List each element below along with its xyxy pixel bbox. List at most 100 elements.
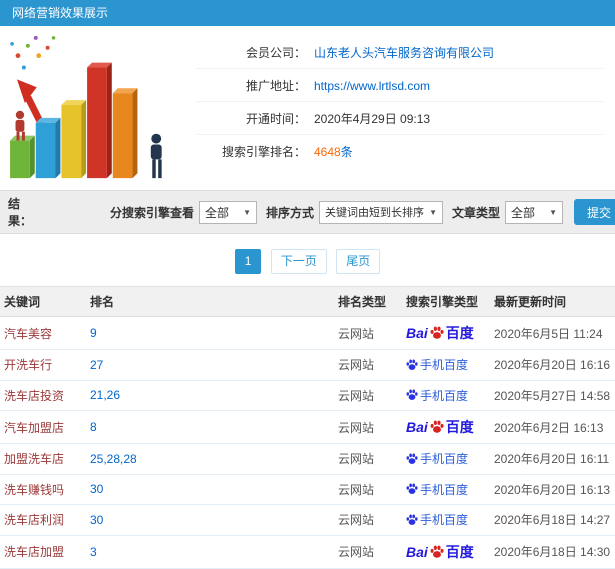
bars — [10, 62, 138, 179]
page-title: 网络营销效果展示 — [12, 6, 109, 20]
rank-cell: 21,26 — [86, 380, 334, 411]
bar-chart-graphic — [10, 35, 162, 179]
rank-type-cell: 云网站 — [334, 443, 402, 475]
info-row-url: 推广地址： https://www.lrtlsd.com — [196, 69, 603, 102]
scatter-dots — [10, 35, 56, 70]
table-header-row: 关键词 排名 排名类型 搜索引擎类型 最新更新时间 — [0, 286, 615, 317]
table-row: 加盟洗车店 25,28,28 云网站 Bai百度 手机百度 2020年6月20日… — [0, 443, 615, 475]
submit-button[interactable]: 提交 — [574, 199, 615, 225]
table-row: 汽车美容 9 云网站 Bai百度 手机百度 2020年6月5日 11:24 — [0, 316, 615, 350]
update-time-cell: 2020年5月27日 14:58 — [490, 380, 615, 411]
person-figure-right — [150, 133, 162, 179]
keyword-cell[interactable]: 洗车店投资 — [0, 380, 86, 411]
rank-count-label: 搜索引擎排名： — [221, 145, 306, 159]
rank-cell: 9 — [86, 316, 334, 350]
header-update-time: 最新更新时间 — [490, 286, 615, 317]
baidu-logo: Bai 百度 — [406, 543, 474, 560]
baidu-paw-icon — [406, 389, 418, 401]
mobile-baidu-logo: 手机百度 — [406, 356, 468, 373]
header-keyword: 关键词 — [0, 286, 86, 317]
update-time-cell: 2020年6月20日 16:11 — [490, 443, 615, 475]
pagination: 1 下一页 尾页 — [0, 249, 615, 274]
table-row: 洗车赚钱吗 30 云网站 Bai百度 手机百度 2020年6月20日 16:13 — [0, 474, 615, 505]
table-row: 汽车加盟店 8 云网站 Bai百度 手机百度 2020年6月2日 16:13 — [0, 410, 615, 444]
header-rank: 排名 — [86, 286, 334, 317]
engine-cell: Bai百度 手机百度 — [402, 316, 490, 350]
engine-select[interactable]: 全部 ▼ — [199, 200, 258, 224]
rank-type-cell: 云网站 — [334, 474, 402, 505]
baidu-paw-icon — [430, 545, 444, 559]
rank-cell: 8 — [86, 410, 334, 444]
article-type-select[interactable]: 全部 ▼ — [505, 200, 564, 224]
baidu-paw-icon — [406, 359, 418, 371]
filter-controls: 分搜索引擎查看 全部 ▼ 排序方式 关键词由短到长排序 ▼ 文章类型 全部 ▼ … — [104, 199, 615, 225]
table-row: 洗车店加盟 3 云网站 Bai百度 手机百度 2020年6月18日 14:30 — [0, 535, 615, 569]
promotion-url-link[interactable]: https://www.lrtlsd.com — [314, 79, 430, 93]
rank-type-cell: 云网站 — [334, 535, 402, 569]
company-label: 会员公司： — [245, 46, 306, 60]
opened-time-value: 2020年4月29日 09:13 — [314, 112, 431, 126]
update-time-cell: 2020年6月20日 16:16 — [490, 349, 615, 381]
update-time-cell: 2020年6月18日 14:30 — [490, 535, 615, 569]
next-page-button[interactable]: 下一页 — [270, 249, 327, 274]
rank-cell: 3 — [86, 535, 334, 569]
engine-cell: Bai百度 手机百度 — [402, 474, 490, 505]
baidu-paw-icon — [406, 453, 418, 465]
rank-cell: 25,28,28 — [86, 443, 334, 475]
type-filter-label: 文章类型 — [452, 205, 501, 220]
rank-type-cell: 云网站 — [334, 380, 402, 411]
info-row-opened: 开通时间： 2020年4月29日 09:13 — [196, 102, 603, 135]
bar-chart-illustration — [6, 30, 188, 190]
rank-type-cell: 云网站 — [334, 316, 402, 350]
keyword-cell[interactable]: 洗车店加盟 — [0, 535, 86, 569]
company-info-panel: 会员公司： 山东老人头汽车服务咨询有限公司 推广地址： https://www.… — [188, 30, 607, 190]
page: 网络营销效果展示 会员公司： 山东老人头汽车服务咨询有限公司 推广地址： htt… — [0, 0, 615, 569]
baidu-paw-icon — [430, 420, 444, 434]
rank-type-cell: 云网站 — [334, 410, 402, 444]
update-time-cell: 2020年6月20日 16:13 — [490, 474, 615, 505]
page-header: 网络营销效果展示 — [0, 0, 615, 26]
result-label: 结果： — [8, 197, 33, 228]
header-engine-type: 搜索引擎类型 — [402, 286, 490, 317]
engine-cell: Bai百度 手机百度 — [402, 349, 490, 381]
company-name-link[interactable]: 山东老人头汽车服务咨询有限公司 — [314, 44, 494, 61]
table-row: 洗车店投资 21,26 云网站 Bai百度 手机百度 2020年5月27日 14… — [0, 380, 615, 411]
info-row-company: 会员公司： 山东老人头汽车服务咨询有限公司 — [196, 36, 603, 69]
hero-section: 会员公司： 山东老人头汽车服务咨询有限公司 推广地址： https://www.… — [0, 26, 615, 190]
keyword-cell[interactable]: 汽车加盟店 — [0, 410, 86, 444]
sort-select-value: 关键词由短到长排序 — [325, 207, 425, 219]
baidu-logo: Bai 百度 — [406, 325, 474, 341]
keyword-cell[interactable]: 洗车赚钱吗 — [0, 474, 86, 505]
mobile-baidu-logo: 手机百度 — [406, 450, 468, 467]
rank-count-unit: 条 — [340, 145, 353, 159]
chevron-down-icon: ▼ — [549, 207, 558, 217]
mobile-baidu-logo: 手机百度 — [406, 481, 468, 498]
filter-bar: 结果： 分搜索引擎查看 全部 ▼ 排序方式 关键词由短到长排序 ▼ 文章类型 全… — [0, 190, 615, 234]
info-row-rank-count: 搜索引擎排名： 4648 条 — [196, 135, 603, 167]
type-select-value: 全部 — [511, 205, 536, 220]
update-time-cell: 2020年6月5日 11:24 — [490, 316, 615, 350]
engine-select-value: 全部 — [205, 205, 230, 220]
baidu-paw-icon — [406, 483, 418, 495]
sort-filter-label: 排序方式 — [266, 205, 315, 220]
rank-cell: 27 — [86, 349, 334, 381]
keyword-cell[interactable]: 汽车美容 — [0, 316, 86, 350]
baidu-logo: Bai 百度 — [406, 419, 474, 435]
opened-label: 开通时间： — [245, 112, 306, 126]
baidu-paw-icon — [430, 326, 444, 340]
table-row: 开洗车行 27 云网站 Bai百度 手机百度 2020年6月20日 16:16 — [0, 349, 615, 381]
rank-type-cell: 云网站 — [334, 349, 402, 381]
last-page-button[interactable]: 尾页 — [336, 249, 381, 274]
keyword-cell[interactable]: 加盟洗车店 — [0, 443, 86, 475]
chevron-down-icon: ▼ — [243, 207, 252, 217]
engine-cell: Bai百度 手机百度 — [402, 380, 490, 411]
sort-select[interactable]: 关键词由短到长排序 ▼ — [319, 200, 444, 224]
update-time-cell: 2020年6月2日 16:13 — [490, 410, 615, 444]
mobile-baidu-logo: 手机百度 — [406, 387, 468, 404]
engine-cell: Bai百度 手机百度 — [402, 535, 490, 569]
page-button-1[interactable]: 1 — [234, 249, 262, 274]
url-label: 推广地址： — [245, 79, 306, 93]
keyword-rank-table: 关键词 排名 排名类型 搜索引擎类型 最新更新时间 汽车美容 9 云网站 Bai… — [0, 286, 615, 569]
header-rank-type: 排名类型 — [334, 286, 402, 317]
keyword-cell[interactable]: 开洗车行 — [0, 349, 86, 381]
